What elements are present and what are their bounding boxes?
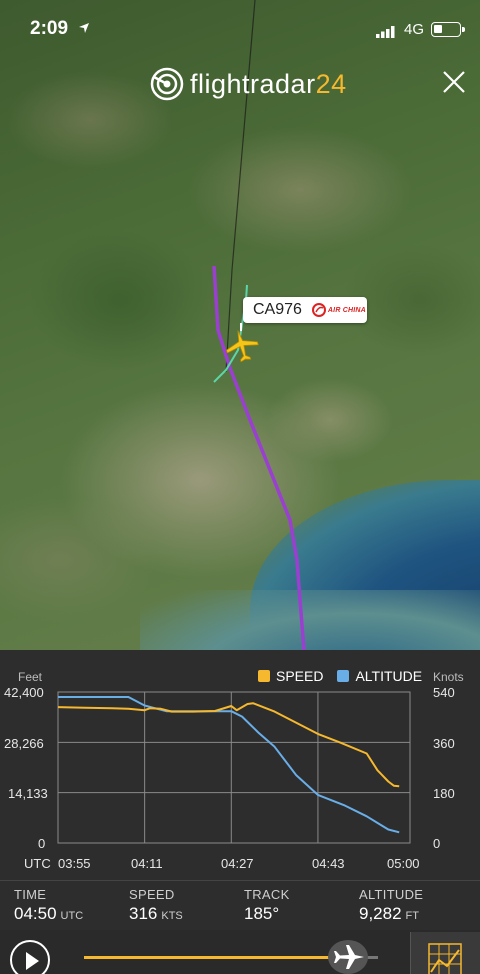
stat-speed-value: 316 (129, 904, 158, 923)
play-icon (26, 952, 39, 970)
stat-track-value: 185° (244, 904, 280, 923)
playback-bar (0, 930, 480, 974)
stat-speed: SPEED 316 KTS (129, 887, 183, 923)
playback-progress (84, 956, 340, 959)
altitude-series-line (58, 696, 400, 834)
flight-stats-bar: TIME 04:50 UTC SPEED 316 KTS TRACK 185° AL… (0, 880, 480, 928)
speed-series-line (57, 702, 400, 788)
stat-track: TRACK 185° (244, 887, 290, 923)
stat-altitude: ALTITUDE 9,282 FT (359, 887, 424, 923)
play-button[interactable] (10, 940, 50, 974)
stat-time-value: 04:50 (14, 904, 57, 923)
playback-handle[interactable] (328, 940, 368, 974)
chart-toggle-button[interactable] (410, 932, 480, 974)
stat-time: TIME 04:50 UTC (14, 887, 84, 923)
stat-altitude-value: 9,282 (359, 904, 402, 923)
chart-frame (57, 691, 411, 844)
aircraft-handle-icon (334, 945, 364, 969)
speed-altitude-chart (57, 691, 411, 844)
graph-icon (428, 943, 462, 974)
